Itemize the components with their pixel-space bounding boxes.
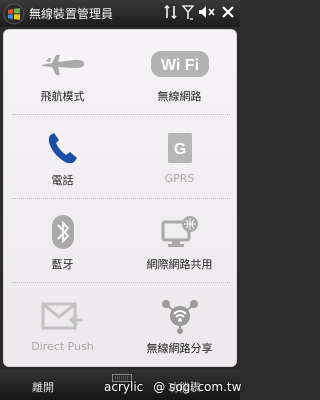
watermark-right: @ sogi.com.tw [153,380,242,394]
row-3: 藍牙 網際網路共用 [4,198,238,282]
title-bar: 無線裝置管理員 [0,0,240,27]
volume-muted-icon[interactable] [198,4,216,20]
row-1: 飛航模式 Wi Fi 無線網路 [4,30,238,114]
wifi-share-button[interactable]: 無線網路分享 [121,282,238,366]
wifi-share-icon [161,300,198,334]
watermark: acrylic @ sogi.com.tw [104,380,241,394]
wifi-share-label: 無線網路分享 [146,342,213,355]
bluetooth-icon [51,215,74,249]
row-2: 電話 G GPRS [4,114,238,198]
wireless-manager-panel: 飛航模式 Wi Fi 無線網路 電話 G GPRS 藍牙 網際網路共用 Dire… [3,29,237,367]
watermark-left: acrylic [104,380,144,394]
direct-push-label: Direct Push [31,340,94,353]
exit-softkey[interactable]: 離開 [32,379,54,395]
row-4: Direct Push 無線網路分享 [4,282,238,366]
airplane-mode-button[interactable]: 飛航模式 [4,30,121,114]
gprs-button[interactable]: G GPRS [121,114,238,198]
phone-button[interactable]: 電話 [4,114,121,198]
direct-push-icon [41,302,83,330]
phone-label: 電話 [51,174,74,187]
gprs-icon: G [167,133,192,163]
window-title: 無線裝置管理員 [29,7,114,21]
wifi-button[interactable]: Wi Fi 無線網路 [121,30,238,114]
svg-text:G: G [173,141,185,158]
internet-sharing-button[interactable]: 網際網路共用 [121,198,238,282]
airplane-icon [41,55,84,75]
internet-sharing-label: 網際網路共用 [146,258,213,271]
bluetooth-button[interactable]: 藍牙 [4,198,121,282]
internet-sharing-icon [161,216,198,247]
close-icon[interactable] [220,4,236,20]
gprs-label: GPRS [164,172,195,185]
windows-start-icon[interactable] [3,3,25,25]
direct-push-button[interactable]: Direct Push [4,282,121,366]
wifi-icon: Wi Fi [150,51,209,77]
airplane-mode-label: 飛航模式 [40,90,85,103]
signal-strength-icon[interactable] [182,4,194,20]
bluetooth-label: 藍牙 [51,258,74,271]
svg-text:Wi Fi: Wi Fi [160,57,198,74]
wifi-label: 無線網路 [157,90,202,103]
data-connection-icon[interactable] [164,4,178,20]
phone-icon [48,133,77,164]
